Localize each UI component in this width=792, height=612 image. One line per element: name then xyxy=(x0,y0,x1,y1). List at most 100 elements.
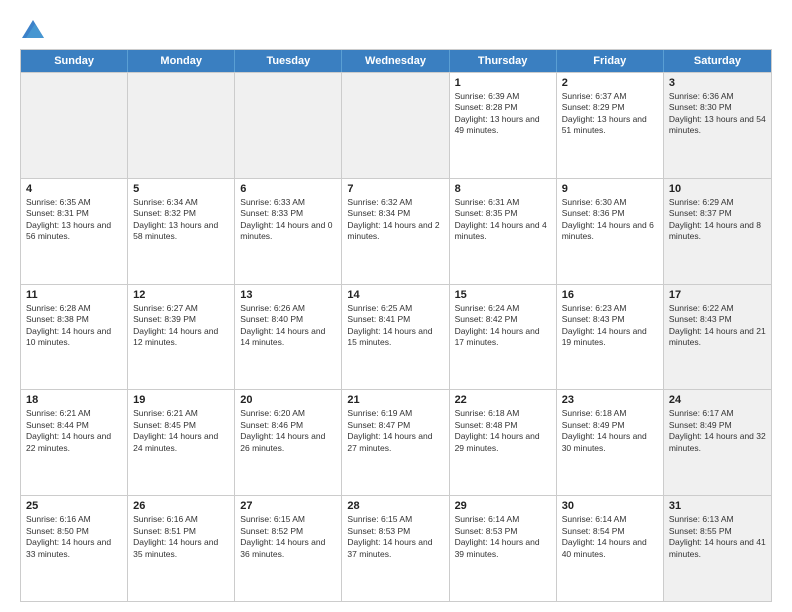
day-number: 2 xyxy=(562,77,658,89)
calendar: SundayMondayTuesdayWednesdayThursdayFrid… xyxy=(20,49,772,602)
calendar-cell-21: 21Sunrise: 6:19 AMSunset: 8:47 PMDayligh… xyxy=(342,390,449,495)
sunrise-text: Sunrise: 6:18 AM xyxy=(455,408,551,419)
sunrise-text: Sunrise: 6:27 AM xyxy=(133,303,229,314)
day-number: 15 xyxy=(455,289,551,301)
sunrise-text: Sunrise: 6:15 AM xyxy=(240,514,336,525)
header-day-sunday: Sunday xyxy=(21,50,128,72)
sunrise-text: Sunrise: 6:33 AM xyxy=(240,197,336,208)
sunset-text: Sunset: 8:36 PM xyxy=(562,208,658,219)
day-number: 18 xyxy=(26,394,122,406)
calendar-cell-15: 15Sunrise: 6:24 AMSunset: 8:42 PMDayligh… xyxy=(450,285,557,390)
day-number: 14 xyxy=(347,289,443,301)
sunset-text: Sunset: 8:37 PM xyxy=(669,208,766,219)
sunrise-text: Sunrise: 6:14 AM xyxy=(455,514,551,525)
calendar-row-2: 4Sunrise: 6:35 AMSunset: 8:31 PMDaylight… xyxy=(21,178,771,284)
sunrise-text: Sunrise: 6:16 AM xyxy=(26,514,122,525)
sunset-text: Sunset: 8:51 PM xyxy=(133,526,229,537)
daylight-text: Daylight: 14 hours and 10 minutes. xyxy=(26,326,122,349)
sunrise-text: Sunrise: 6:17 AM xyxy=(669,408,766,419)
sunset-text: Sunset: 8:28 PM xyxy=(455,102,551,113)
sunset-text: Sunset: 8:53 PM xyxy=(347,526,443,537)
calendar-cell-empty-0-1 xyxy=(128,73,235,178)
sunrise-text: Sunrise: 6:21 AM xyxy=(133,408,229,419)
calendar-cell-28: 28Sunrise: 6:15 AMSunset: 8:53 PMDayligh… xyxy=(342,496,449,601)
daylight-text: Daylight: 14 hours and 37 minutes. xyxy=(347,537,443,560)
logo xyxy=(20,18,44,39)
sunset-text: Sunset: 8:43 PM xyxy=(562,314,658,325)
header-day-saturday: Saturday xyxy=(664,50,771,72)
day-number: 27 xyxy=(240,500,336,512)
day-number: 10 xyxy=(669,183,766,195)
daylight-text: Daylight: 14 hours and 21 minutes. xyxy=(669,326,766,349)
day-number: 25 xyxy=(26,500,122,512)
day-number: 11 xyxy=(26,289,122,301)
calendar-cell-empty-0-2 xyxy=(235,73,342,178)
day-number: 23 xyxy=(562,394,658,406)
sunset-text: Sunset: 8:43 PM xyxy=(669,314,766,325)
day-number: 9 xyxy=(562,183,658,195)
daylight-text: Daylight: 13 hours and 49 minutes. xyxy=(455,114,551,137)
day-number: 16 xyxy=(562,289,658,301)
calendar-page: SundayMondayTuesdayWednesdayThursdayFrid… xyxy=(0,0,792,612)
daylight-text: Daylight: 14 hours and 36 minutes. xyxy=(240,537,336,560)
calendar-cell-31: 31Sunrise: 6:13 AMSunset: 8:55 PMDayligh… xyxy=(664,496,771,601)
sunrise-text: Sunrise: 6:22 AM xyxy=(669,303,766,314)
daylight-text: Daylight: 14 hours and 12 minutes. xyxy=(133,326,229,349)
sunset-text: Sunset: 8:32 PM xyxy=(133,208,229,219)
sunset-text: Sunset: 8:52 PM xyxy=(240,526,336,537)
day-number: 3 xyxy=(669,77,766,89)
day-number: 8 xyxy=(455,183,551,195)
sunset-text: Sunset: 8:46 PM xyxy=(240,420,336,431)
sunset-text: Sunset: 8:29 PM xyxy=(562,102,658,113)
sunrise-text: Sunrise: 6:14 AM xyxy=(562,514,658,525)
day-number: 26 xyxy=(133,500,229,512)
calendar-cell-24: 24Sunrise: 6:17 AMSunset: 8:49 PMDayligh… xyxy=(664,390,771,495)
sunset-text: Sunset: 8:35 PM xyxy=(455,208,551,219)
daylight-text: Daylight: 14 hours and 15 minutes. xyxy=(347,326,443,349)
calendar-cell-25: 25Sunrise: 6:16 AMSunset: 8:50 PMDayligh… xyxy=(21,496,128,601)
day-number: 19 xyxy=(133,394,229,406)
daylight-text: Daylight: 14 hours and 27 minutes. xyxy=(347,431,443,454)
calendar-row-1: 1Sunrise: 6:39 AMSunset: 8:28 PMDaylight… xyxy=(21,72,771,178)
header xyxy=(20,18,772,39)
sunset-text: Sunset: 8:33 PM xyxy=(240,208,336,219)
daylight-text: Daylight: 13 hours and 58 minutes. xyxy=(133,220,229,243)
calendar-cell-5: 5 Sunrise: 6:34 AMSunset: 8:32 PMDaylight… xyxy=(128,179,235,284)
calendar-row-3: 11Sunrise: 6:28 AMSunset: 8:38 PMDayligh… xyxy=(21,284,771,390)
sunset-text: Sunset: 8:41 PM xyxy=(347,314,443,325)
calendar-cell-4: 4Sunrise: 6:35 AMSunset: 8:31 PMDaylight… xyxy=(21,179,128,284)
sunrise-text: Sunrise: 6:25 AM xyxy=(347,303,443,314)
logo-icon xyxy=(22,20,44,38)
sunrise-text: Sunrise: 6:15 AM xyxy=(347,514,443,525)
day-number: 22 xyxy=(455,394,551,406)
daylight-text: Daylight: 14 hours and 24 minutes. xyxy=(133,431,229,454)
daylight-text: Daylight: 14 hours and 35 minutes. xyxy=(133,537,229,560)
calendar-cell-14: 14 Sunrise: 6:25 AMSunset: 8:41 PMDayligh… xyxy=(342,285,449,390)
daylight-text: Daylight: 14 hours and 17 minutes. xyxy=(455,326,551,349)
sunrise-text: Sunrise: 6:35 AM xyxy=(26,197,122,208)
day-number: 6 xyxy=(240,183,336,195)
day-number: 30 xyxy=(562,500,658,512)
day-number: 31 xyxy=(669,500,766,512)
calendar-cell-26: 26Sunrise: 6:16 AMSunset: 8:51 PMDayligh… xyxy=(128,496,235,601)
daylight-text: Daylight: 14 hours and 4 minutes. xyxy=(455,220,551,243)
sunset-text: Sunset: 8:53 PM xyxy=(455,526,551,537)
day-number: 5 xyxy=(133,183,229,195)
calendar-cell-empty-0-3 xyxy=(342,73,449,178)
sunrise-text: Sunrise: 6:20 AM xyxy=(240,408,336,419)
day-number: 24 xyxy=(669,394,766,406)
sunset-text: Sunset: 8:44 PM xyxy=(26,420,122,431)
calendar-cell-6: 6Sunrise: 6:33 AMSunset: 8:33 PMDaylight… xyxy=(235,179,342,284)
calendar-row-4: 18 Sunrise: 6:21 AM Sunset: 8:44 PM Dayligh… xyxy=(21,389,771,495)
calendar-cell-17: 17Sunrise: 6:22 AMSunset: 8:43 PMDayligh… xyxy=(664,285,771,390)
sunrise-text: Sunrise: 6:29 AM xyxy=(669,197,766,208)
daylight-text: Daylight: 14 hours and 30 minutes. xyxy=(562,431,658,454)
day-number: 7 xyxy=(347,183,443,195)
daylight-text: Daylight: 13 hours and 56 minutes. xyxy=(26,220,122,243)
sunrise-text: Sunrise: 6:34 AM xyxy=(133,197,229,208)
day-number: 29 xyxy=(455,500,551,512)
header-day-monday: Monday xyxy=(128,50,235,72)
sunset-text: Sunset: 8:40 PM xyxy=(240,314,336,325)
daylight-text: Daylight: 14 hours and 29 minutes. xyxy=(455,431,551,454)
sunrise-text: Sunrise: 6:30 AM xyxy=(562,197,658,208)
